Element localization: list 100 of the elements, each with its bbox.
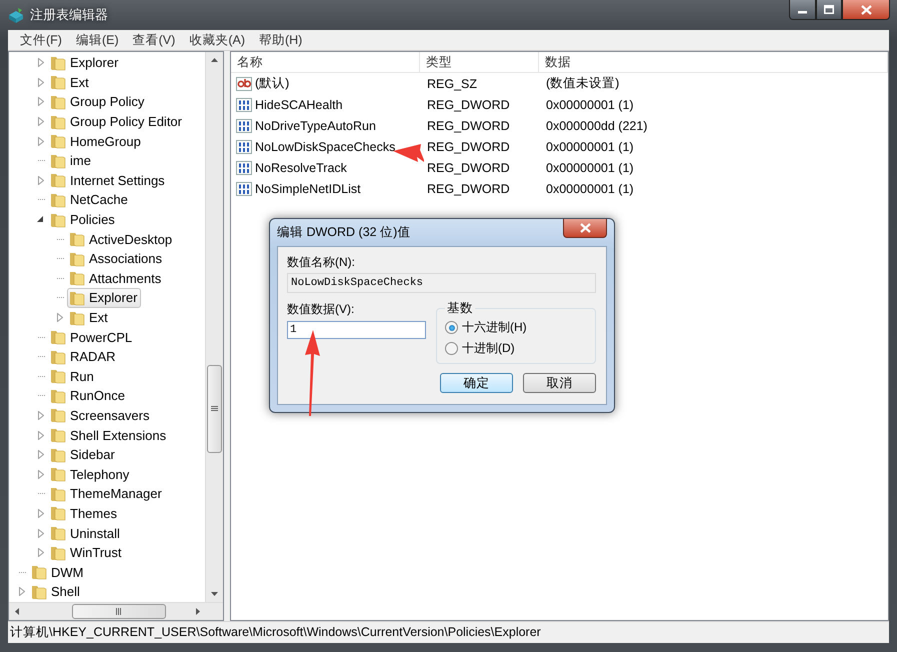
collapsed-caret-icon[interactable] <box>38 58 44 68</box>
folder-icon <box>50 152 66 169</box>
maximize-icon <box>824 5 834 14</box>
tree-item[interactable]: PowerCPL <box>48 327 136 348</box>
tree-item[interactable]: Screensavers <box>48 405 154 426</box>
value-name: NoLowDiskSpaceChecks <box>255 140 396 154</box>
menu-item[interactable]: 编辑(E) <box>70 32 125 48</box>
close-button[interactable] <box>842 0 890 20</box>
collapsed-caret-icon[interactable] <box>38 470 44 479</box>
minimize-button[interactable] <box>789 0 816 20</box>
tree-item[interactable]: NetCache <box>48 190 132 210</box>
value-type: REG_DWORD <box>427 98 510 112</box>
collapsed-caret-icon[interactable] <box>38 528 44 538</box>
tree-item[interactable]: RADAR <box>48 346 120 367</box>
tree-item[interactable]: Ext <box>67 308 112 328</box>
folder-icon <box>69 290 85 306</box>
maximize-button[interactable] <box>816 0 842 20</box>
string-value-icon <box>236 76 252 92</box>
folder-icon <box>50 133 66 150</box>
collapsed-caret-icon[interactable] <box>38 78 44 87</box>
dialog-button[interactable]: 取消 <box>523 373 596 393</box>
close-icon <box>860 4 872 14</box>
value-row[interactable]: (默认) REG_SZ (数值未设置) <box>231 73 888 94</box>
column-header[interactable]: 名称 <box>231 52 420 72</box>
radio-option[interactable]: 十六进制(H) <box>445 319 587 336</box>
value-data-field[interactable]: 1 <box>287 321 426 339</box>
collapsed-caret-icon[interactable] <box>38 97 44 106</box>
value-name-field[interactable]: NoLowDiskSpaceChecks <box>287 273 596 293</box>
tree-item[interactable]: Run <box>48 366 98 386</box>
tree-item[interactable]: Themes <box>48 503 121 524</box>
value-row[interactable]: NoResolveTrack REG_DWORD 0x00000001 (1) <box>231 157 888 178</box>
collapsed-caret-icon[interactable] <box>38 136 44 146</box>
binary-value-icon <box>236 160 252 176</box>
menu-item[interactable]: 收藏夹(A) <box>183 32 251 48</box>
collapsed-caret-icon[interactable] <box>38 176 44 185</box>
tree-item[interactable]: Group Policy Editor <box>48 112 186 132</box>
value-row[interactable]: NoSimpleNetIDList REG_DWORD 0x00000001 (1) <box>231 178 888 199</box>
collapsed-caret-icon[interactable] <box>56 313 62 322</box>
column-header[interactable]: 类型 <box>420 52 539 72</box>
tree-line-icon <box>54 278 65 279</box>
menu-item[interactable]: 查看(V) <box>126 32 182 48</box>
value-row[interactable]: NoLowDiskSpaceChecks REG_DWORD 0x00000001 (1) <box>231 136 888 157</box>
vertical-scrollbar[interactable] <box>205 52 223 602</box>
menu-item[interactable]: 文件(F) <box>14 32 68 48</box>
folder-icon <box>50 407 66 424</box>
tree-item[interactable]: Telephony <box>48 464 134 484</box>
tree-item[interactable]: Shell <box>29 582 84 602</box>
tree-item[interactable]: WinTrust <box>48 542 126 563</box>
tree-item[interactable]: Internet Settings <box>48 170 169 190</box>
binary-value-icon <box>236 138 252 154</box>
tree-item[interactable]: Attachments <box>67 268 166 288</box>
collapsed-caret-icon[interactable] <box>38 548 44 558</box>
collapsed-caret-icon[interactable] <box>38 450 44 460</box>
binary-value-icon <box>236 118 252 134</box>
tree-item[interactable]: ActiveDesktop <box>67 229 176 250</box>
tree-item[interactable]: ThemeManager <box>48 484 166 504</box>
value-name: NoSimpleNetIDList <box>255 182 361 196</box>
tree-item[interactable]: Uninstall <box>48 523 124 544</box>
radio-option[interactable]: 十进制(D) <box>445 340 587 357</box>
tree-item[interactable]: Explorer <box>67 288 142 308</box>
horizontal-scrollbar[interactable] <box>9 602 223 620</box>
binary-value-icon <box>236 96 252 112</box>
folder-icon <box>50 486 66 502</box>
field-label: 数值数据(V): <box>287 300 356 318</box>
tree-item[interactable]: Group Policy <box>48 92 148 112</box>
scroll-thumb[interactable] <box>207 365 222 453</box>
column-header[interactable]: 数据 <box>539 52 888 72</box>
tree-line-icon <box>35 199 46 200</box>
close-icon <box>580 223 590 233</box>
value-row[interactable]: NoDriveTypeAutoRun REG_DWORD 0x000000dd (221) <box>231 115 888 136</box>
tree-item[interactable]: RunOnce <box>48 386 129 406</box>
tree-item[interactable]: DWM <box>29 562 88 582</box>
folder-icon <box>31 564 47 580</box>
menu-item[interactable]: 帮助(H) <box>252 32 308 48</box>
collapsed-caret-icon[interactable] <box>38 410 44 420</box>
value-name: (默认) <box>255 75 290 92</box>
window-title: 注册表编辑器 <box>30 6 108 24</box>
tree-item[interactable]: HomeGroup <box>48 131 145 152</box>
folder-icon <box>69 250 85 267</box>
tree-line-icon <box>16 572 27 573</box>
folder-icon <box>50 505 66 522</box>
tree-item[interactable]: Explorer <box>48 52 122 73</box>
tree-item[interactable]: Associations <box>67 248 166 269</box>
dialog-button[interactable]: 确定 <box>440 373 513 393</box>
tree-item[interactable]: Sidebar <box>48 444 119 465</box>
collapsed-caret-icon[interactable] <box>38 508 44 518</box>
tree-item[interactable]: Policies <box>48 210 119 230</box>
collapsed-caret-icon[interactable] <box>38 430 44 440</box>
collapsed-caret-icon[interactable] <box>38 117 44 126</box>
value-data: 0x00000001 (1) <box>546 182 634 196</box>
tree-line-icon <box>54 238 65 240</box>
tree-item[interactable]: ime <box>48 150 95 171</box>
expanded-caret-icon[interactable] <box>37 216 44 224</box>
tree-item[interactable]: Ext <box>48 72 93 92</box>
tree-item[interactable]: Shell Extensions <box>48 425 170 446</box>
value-name: HideSCAHealth <box>255 98 343 112</box>
value-row[interactable]: HideSCAHealth REG_DWORD 0x00000001 (1) <box>231 94 888 115</box>
collapsed-caret-icon[interactable] <box>18 587 24 596</box>
close-button[interactable] <box>563 219 607 238</box>
scroll-thumb[interactable] <box>72 604 166 619</box>
